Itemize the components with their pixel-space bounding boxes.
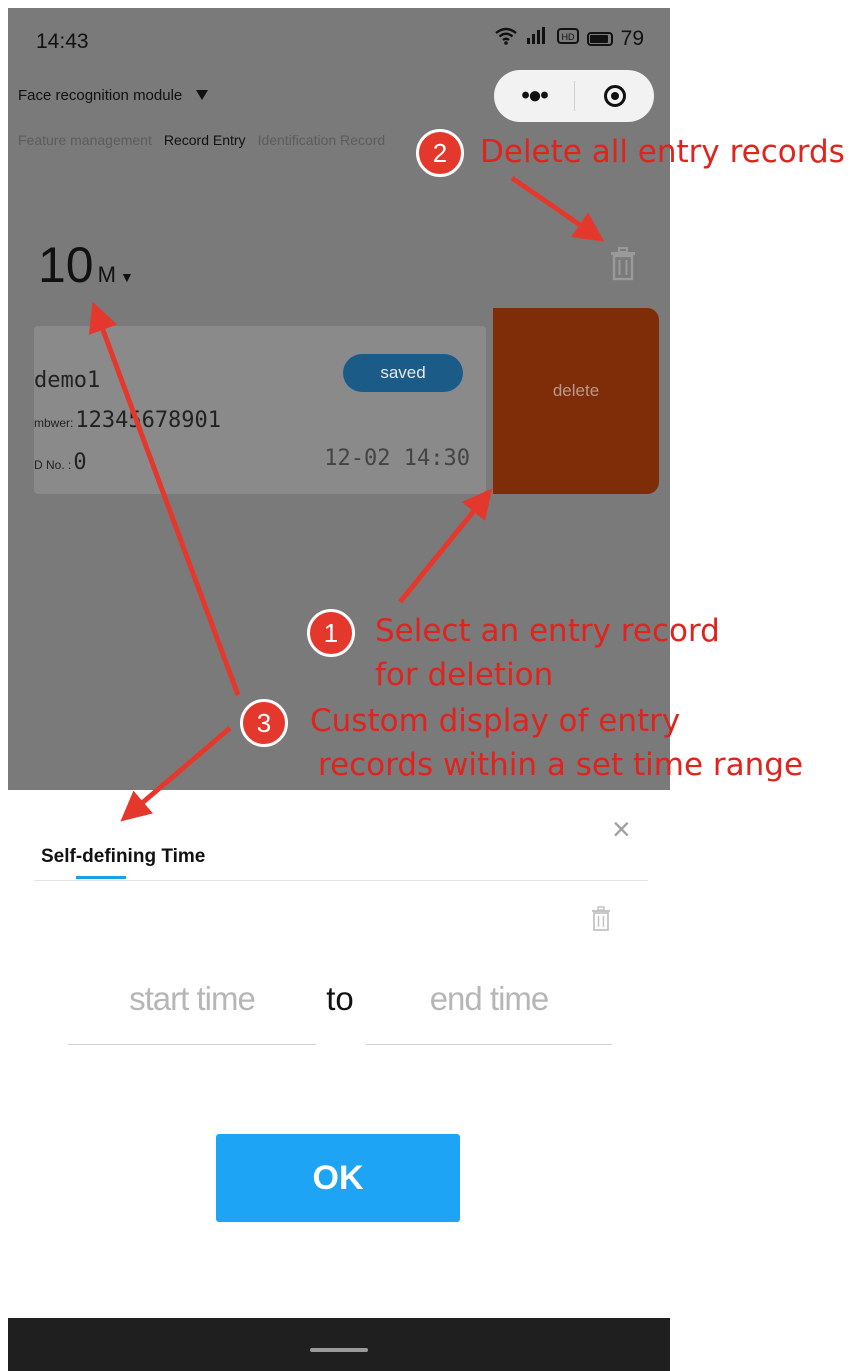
ok-button[interactable]: OK <box>216 1134 460 1222</box>
status-icons: HD 79 <box>494 27 644 51</box>
svg-text:HD: HD <box>561 32 574 42</box>
tab-feature-management[interactable]: Feature management <box>18 132 152 148</box>
mini-program-capsule: •●• <box>494 70 654 122</box>
time-range-selector[interactable]: 10 M ▼ <box>38 236 134 294</box>
dropdown-triangle-icon <box>196 87 209 104</box>
annotation-marker-2: 2 <box>416 129 464 177</box>
time-picker-sheet <box>8 790 670 1310</box>
record-number-row: mbwer: 12345678901 <box>34 408 221 433</box>
caret-down-icon: ▼ <box>119 269 134 285</box>
hd-icon: HD <box>556 27 579 51</box>
start-time-input[interactable]: start time <box>68 980 316 1018</box>
battery-icon <box>586 32 613 46</box>
to-label: to <box>326 980 354 1017</box>
delete-button[interactable]: delete <box>493 308 659 494</box>
record-id-label: D No. : <box>34 458 72 472</box>
delete-all-trash-icon[interactable] <box>608 246 638 282</box>
close-icon[interactable]: × <box>612 813 631 845</box>
record-time: 12-02 14:30 <box>324 446 470 471</box>
active-tab-indicator <box>76 876 126 879</box>
close-program-button[interactable] <box>575 85 654 107</box>
annotation-2-line1: Delete all entry records <box>480 134 845 170</box>
record-name: demo1 <box>34 368 101 393</box>
more-options-icon[interactable]: •●• <box>494 82 574 110</box>
record-number: 12345678901 <box>75 408 222 433</box>
clear-time-trash-icon[interactable] <box>590 906 612 932</box>
range-unit: M <box>97 262 116 287</box>
start-time-underline <box>68 1044 316 1045</box>
module-selector[interactable]: Face recognition module <box>18 87 209 104</box>
annotation-3-line1: Custom display of entry <box>310 703 681 739</box>
module-title: Face recognition module <box>18 87 183 104</box>
tab-record-entry[interactable]: Record Entry <box>164 132 246 148</box>
system-nav-bar <box>8 1318 670 1371</box>
battery-level: 79 <box>620 27 644 50</box>
sheet-title[interactable]: Self-defining Time <box>41 846 205 868</box>
home-indicator[interactable] <box>310 1348 368 1352</box>
wifi-icon <box>494 27 517 51</box>
annotation-marker-3: 3 <box>240 699 288 747</box>
tab-bar: Feature management Record Entry Identifi… <box>18 132 385 148</box>
annotation-marker-1: 1 <box>307 609 355 657</box>
phone-screen: 14:43 HD 79 Face recognition module •●• <box>8 8 670 1371</box>
sheet-divider <box>34 880 648 881</box>
annotation-3-line2: records within a set time range <box>318 747 804 783</box>
record-card[interactable]: demo1 mbwer: 12345678901 D No. : 0 saved… <box>34 326 486 494</box>
signal-icon <box>525 27 549 51</box>
record-id: 0 <box>73 450 87 475</box>
end-time-underline <box>366 1044 612 1045</box>
record-number-label: mbwer: <box>34 416 74 430</box>
status-badge: saved <box>343 354 463 392</box>
annotation-1-line1: Select an entry record <box>375 613 720 649</box>
target-icon <box>603 85 626 107</box>
end-time-input[interactable]: end time <box>366 980 612 1018</box>
tab-identification-record[interactable]: Identification Record <box>258 132 386 148</box>
record-id-row: D No. : 0 <box>34 450 87 475</box>
range-value: 10 <box>38 237 94 293</box>
annotation-1-line2: for deletion <box>375 657 554 693</box>
status-time: 14:43 <box>36 30 89 53</box>
dimmed-background: 14:43 HD 79 Face recognition module •●• <box>8 8 670 790</box>
